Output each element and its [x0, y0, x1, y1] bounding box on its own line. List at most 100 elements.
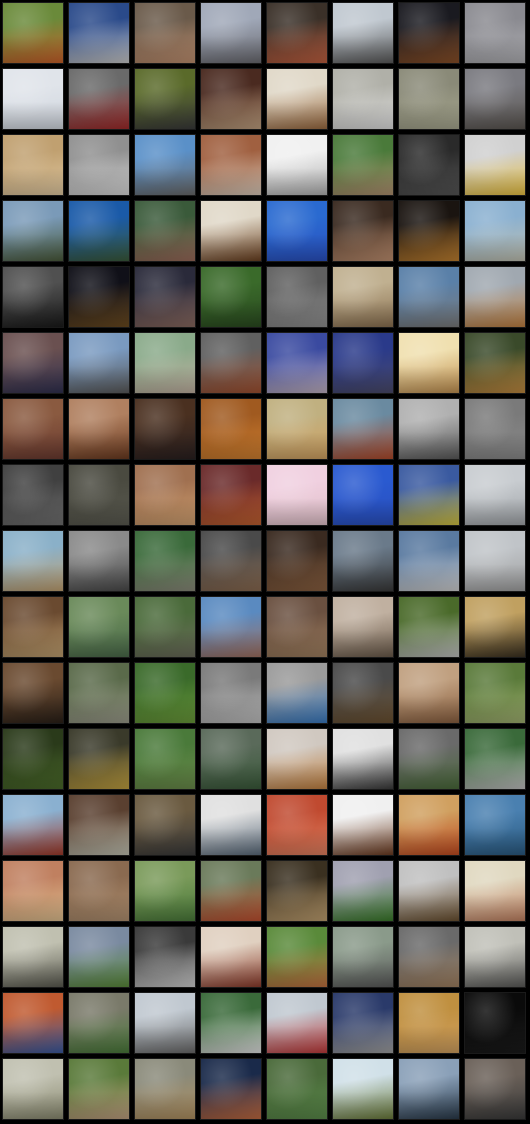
image-thumbnail[interactable]: [332, 596, 394, 658]
image-thumbnail[interactable]: [398, 332, 460, 394]
image-thumbnail[interactable]: [200, 1058, 262, 1120]
image-thumbnail[interactable]: [68, 1058, 130, 1120]
image-thumbnail[interactable]: [266, 992, 328, 1054]
image-thumbnail[interactable]: [68, 200, 130, 262]
image-thumbnail[interactable]: [134, 464, 196, 526]
image-thumbnail[interactable]: [134, 662, 196, 724]
image-thumbnail[interactable]: [464, 68, 526, 130]
image-thumbnail[interactable]: [332, 200, 394, 262]
image-thumbnail[interactable]: [2, 332, 64, 394]
image-thumbnail[interactable]: [266, 2, 328, 64]
image-thumbnail[interactable]: [2, 794, 64, 856]
image-thumbnail[interactable]: [200, 794, 262, 856]
image-thumbnail[interactable]: [68, 662, 130, 724]
image-thumbnail[interactable]: [266, 926, 328, 988]
image-thumbnail[interactable]: [332, 992, 394, 1054]
image-thumbnail[interactable]: [332, 1058, 394, 1120]
image-thumbnail[interactable]: [200, 332, 262, 394]
image-thumbnail[interactable]: [332, 68, 394, 130]
image-thumbnail[interactable]: [464, 596, 526, 658]
image-thumbnail[interactable]: [2, 926, 64, 988]
image-thumbnail[interactable]: [68, 2, 130, 64]
image-thumbnail[interactable]: [68, 134, 130, 196]
image-thumbnail[interactable]: [68, 860, 130, 922]
image-thumbnail[interactable]: [200, 68, 262, 130]
image-thumbnail[interactable]: [464, 266, 526, 328]
image-thumbnail[interactable]: [464, 728, 526, 790]
image-thumbnail[interactable]: [68, 530, 130, 592]
image-thumbnail[interactable]: [2, 464, 64, 526]
image-thumbnail[interactable]: [134, 992, 196, 1054]
image-thumbnail[interactable]: [200, 662, 262, 724]
image-thumbnail[interactable]: [134, 200, 196, 262]
image-thumbnail[interactable]: [200, 992, 262, 1054]
image-thumbnail[interactable]: [398, 200, 460, 262]
image-thumbnail[interactable]: [134, 728, 196, 790]
image-thumbnail[interactable]: [266, 860, 328, 922]
image-thumbnail[interactable]: [68, 68, 130, 130]
image-thumbnail[interactable]: [266, 728, 328, 790]
image-thumbnail[interactable]: [266, 266, 328, 328]
image-thumbnail[interactable]: [464, 992, 526, 1054]
image-thumbnail[interactable]: [332, 530, 394, 592]
image-thumbnail[interactable]: [464, 398, 526, 460]
image-thumbnail[interactable]: [398, 464, 460, 526]
image-thumbnail[interactable]: [464, 926, 526, 988]
image-thumbnail[interactable]: [134, 926, 196, 988]
image-thumbnail[interactable]: [68, 596, 130, 658]
image-thumbnail[interactable]: [266, 464, 328, 526]
image-thumbnail[interactable]: [200, 134, 262, 196]
image-thumbnail[interactable]: [398, 1058, 460, 1120]
image-thumbnail[interactable]: [200, 860, 262, 922]
image-thumbnail[interactable]: [398, 662, 460, 724]
image-thumbnail[interactable]: [134, 266, 196, 328]
image-thumbnail[interactable]: [266, 596, 328, 658]
image-thumbnail[interactable]: [2, 200, 64, 262]
image-thumbnail[interactable]: [200, 398, 262, 460]
image-thumbnail[interactable]: [2, 1058, 64, 1120]
image-thumbnail[interactable]: [134, 860, 196, 922]
image-thumbnail[interactable]: [464, 860, 526, 922]
image-thumbnail[interactable]: [2, 266, 64, 328]
image-thumbnail[interactable]: [398, 68, 460, 130]
image-thumbnail[interactable]: [266, 1058, 328, 1120]
image-thumbnail[interactable]: [464, 1058, 526, 1120]
image-thumbnail[interactable]: [398, 860, 460, 922]
image-thumbnail[interactable]: [332, 662, 394, 724]
image-thumbnail[interactable]: [134, 2, 196, 64]
image-thumbnail[interactable]: [2, 134, 64, 196]
image-thumbnail[interactable]: [68, 728, 130, 790]
image-thumbnail[interactable]: [266, 200, 328, 262]
image-thumbnail[interactable]: [398, 398, 460, 460]
image-thumbnail[interactable]: [68, 332, 130, 394]
image-thumbnail[interactable]: [2, 2, 64, 64]
image-thumbnail[interactable]: [134, 794, 196, 856]
image-thumbnail[interactable]: [332, 728, 394, 790]
image-thumbnail[interactable]: [266, 530, 328, 592]
image-thumbnail[interactable]: [398, 992, 460, 1054]
image-thumbnail[interactable]: [134, 332, 196, 394]
image-thumbnail[interactable]: [200, 2, 262, 64]
image-thumbnail[interactable]: [2, 68, 64, 130]
image-thumbnail[interactable]: [200, 530, 262, 592]
image-thumbnail[interactable]: [266, 794, 328, 856]
image-thumbnail[interactable]: [464, 2, 526, 64]
image-thumbnail[interactable]: [68, 992, 130, 1054]
image-thumbnail[interactable]: [200, 596, 262, 658]
image-thumbnail[interactable]: [266, 68, 328, 130]
image-thumbnail[interactable]: [68, 794, 130, 856]
image-thumbnail[interactable]: [332, 398, 394, 460]
image-thumbnail[interactable]: [464, 530, 526, 592]
image-thumbnail[interactable]: [398, 266, 460, 328]
image-thumbnail[interactable]: [398, 728, 460, 790]
image-thumbnail[interactable]: [68, 926, 130, 988]
image-thumbnail[interactable]: [266, 332, 328, 394]
image-thumbnail[interactable]: [2, 860, 64, 922]
image-thumbnail[interactable]: [332, 926, 394, 988]
image-thumbnail[interactable]: [68, 464, 130, 526]
image-thumbnail[interactable]: [464, 332, 526, 394]
image-thumbnail[interactable]: [398, 596, 460, 658]
image-thumbnail[interactable]: [134, 1058, 196, 1120]
image-thumbnail[interactable]: [134, 398, 196, 460]
image-thumbnail[interactable]: [134, 68, 196, 130]
